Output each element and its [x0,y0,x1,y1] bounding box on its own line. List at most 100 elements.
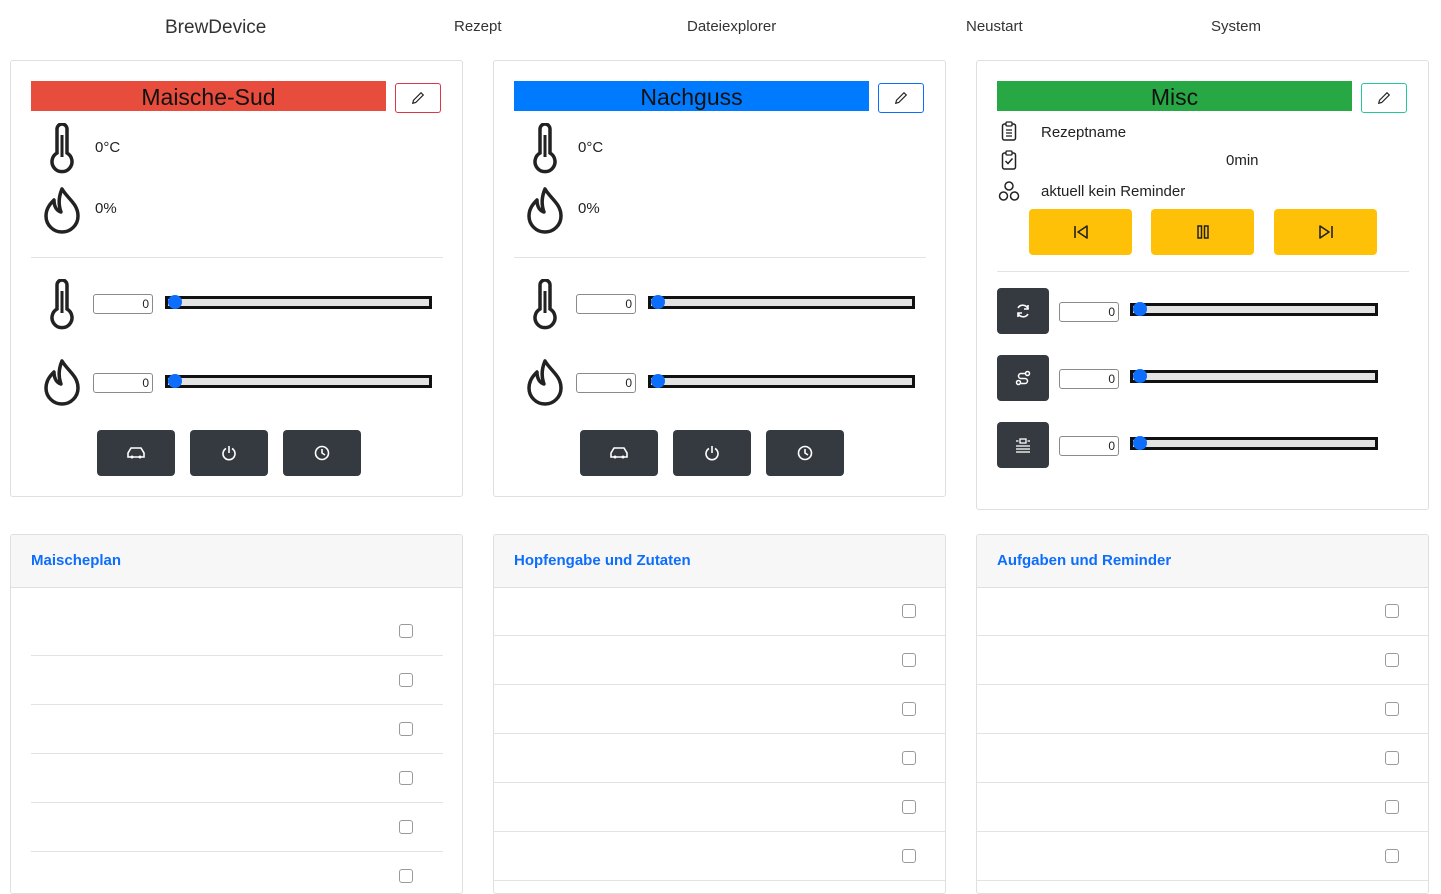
checkbox[interactable] [399,624,413,638]
list-item [494,587,945,636]
mash-timer-button[interactable] [283,430,361,476]
mash-edit-button[interactable] [395,83,441,113]
checkbox[interactable] [399,771,413,785]
misc-edit-button[interactable] [1361,83,1407,113]
checkbox[interactable] [399,673,413,687]
tasks-card: Aufgaben und Reminder [976,534,1429,894]
slider-knob[interactable] [1133,436,1147,450]
misc-input-3[interactable]: 0 [1059,436,1119,456]
checkbox[interactable] [1385,702,1399,716]
flame-icon [44,359,80,406]
nav-item-dateiexplorer[interactable]: Dateiexplorer [687,18,776,35]
sparge-temperature: 0°C [578,139,604,156]
reminder-icon [998,181,1020,201]
checkbox[interactable] [902,653,916,667]
mash-power-button[interactable] [190,430,268,476]
brand-link[interactable]: BrewDevice [165,17,266,39]
checkbox[interactable] [902,751,916,765]
slider-knob[interactable] [168,295,182,309]
list-item [977,832,1428,881]
sparge-temp-slider[interactable] [648,295,915,309]
checkbox[interactable] [399,820,413,834]
sparge-power-input[interactable]: 0 [576,373,636,393]
list-item [494,636,945,685]
nav-item-rezept[interactable]: Rezept [454,18,502,35]
misc-slider-1[interactable] [1130,302,1378,316]
checkbox[interactable] [1385,849,1399,863]
list-item [494,832,945,881]
list-item [977,636,1428,685]
slider-knob[interactable] [1133,369,1147,383]
power-icon [222,446,236,461]
slider-knob[interactable] [651,295,665,309]
misc-input-1[interactable]: 0 [1059,302,1119,322]
pencil-icon [412,92,424,104]
list-item [494,734,945,783]
sparge-power-button[interactable] [673,430,751,476]
slider-knob[interactable] [168,374,182,388]
clock-icon [314,445,330,461]
sparge-title: Nachguss [514,81,869,111]
mash-title: Maische-Sud [31,81,386,111]
checkbox[interactable] [1385,604,1399,618]
checkbox[interactable] [399,722,413,736]
misc-slider-2[interactable] [1130,369,1378,383]
sparge-auto-button[interactable] [580,430,658,476]
checkbox[interactable] [902,702,916,716]
tasks-title: Aufgaben und Reminder [977,535,1428,588]
checkbox[interactable] [902,800,916,814]
misc-slider-3[interactable] [1130,436,1378,450]
mash-power-input[interactable]: 0 [93,373,153,393]
divider [997,271,1409,272]
mash-temp-input[interactable]: 0 [93,294,153,314]
pause-icon [1196,225,1209,239]
navbar: BrewDevice Rezept Dateiexplorer Neustart… [0,0,1441,56]
sparge-timer-button[interactable] [766,430,844,476]
recipe-name: Rezeptname [1041,124,1127,141]
nav-item-neustart[interactable]: Neustart [966,18,1023,35]
checkbox[interactable] [902,604,916,618]
clipboard-list-icon [1001,121,1017,141]
refresh-icon [1017,304,1029,318]
reminder-text: aktuell kein Reminder [1041,183,1186,200]
list-item [977,587,1428,636]
flame-icon [44,187,80,234]
route-button[interactable] [997,355,1049,401]
mash-plan-title: Maischeplan [11,535,462,588]
hops-card: Hopfengabe und Zutaten [493,534,946,894]
list-item [31,607,443,656]
mash-power-slider[interactable] [165,374,432,388]
thermometer-icon [50,123,74,174]
skip-back-icon [1073,225,1088,239]
mash-card: Maische-Sud 0°C 0% 0 0 [10,60,463,497]
slider-knob[interactable] [1133,302,1147,316]
checkbox[interactable] [1385,653,1399,667]
list-item [977,783,1428,832]
list-item [494,783,945,832]
checkbox[interactable] [1385,800,1399,814]
sparge-temp-input[interactable]: 0 [576,294,636,314]
checkbox[interactable] [902,849,916,863]
list-item [494,685,945,734]
list-item [31,803,443,852]
refresh-button[interactable] [997,288,1049,334]
skip-forward-button[interactable] [1274,209,1377,255]
checkbox[interactable] [1385,751,1399,765]
misc-input-2[interactable]: 0 [1059,369,1119,389]
list-item [31,656,443,705]
pause-button[interactable] [1151,209,1254,255]
sparge-power-slider[interactable] [648,374,915,388]
mash-temp-slider[interactable] [165,295,432,309]
divider [514,257,926,258]
skip-back-button[interactable] [1029,209,1132,255]
slider-knob[interactable] [651,374,665,388]
clock-icon [797,445,813,461]
nav-item-system[interactable]: System [1211,18,1261,35]
sparge-edit-button[interactable] [878,83,924,113]
thermometer-icon [533,279,557,330]
mash-auto-button[interactable] [97,430,175,476]
checkbox[interactable] [399,869,413,883]
sparge-card: Nachguss 0°C 0% 0 0 [493,60,946,497]
text-align-button[interactable] [997,422,1049,468]
sparge-power: 0% [578,200,600,217]
